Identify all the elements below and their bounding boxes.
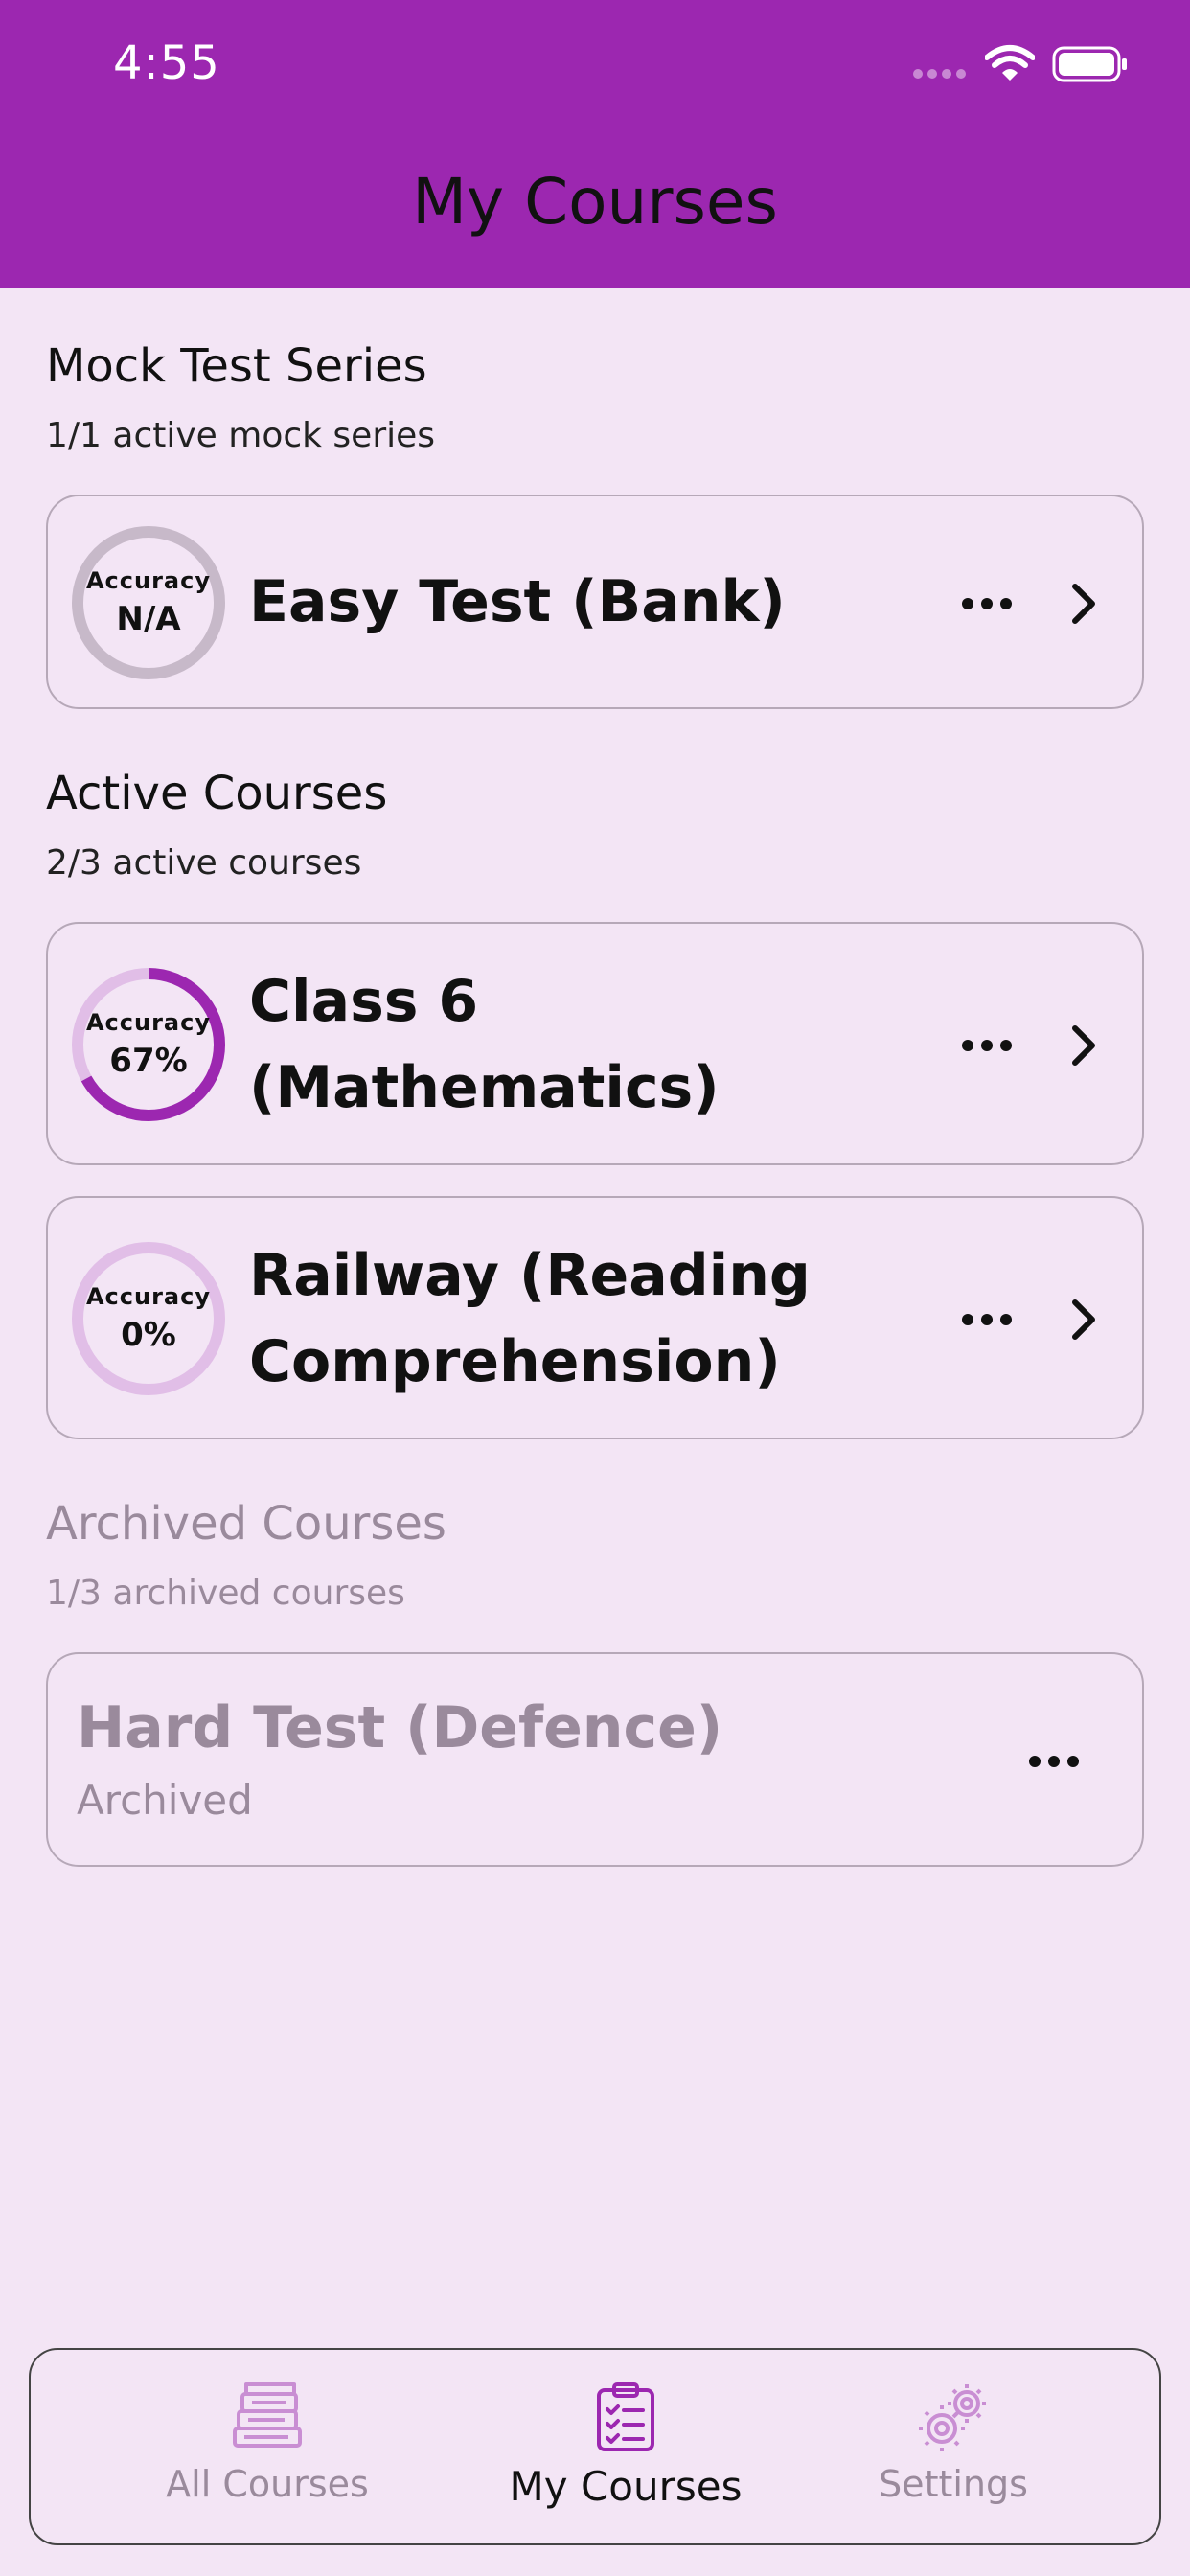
nav-item-settings[interactable]: Settings — [795, 2350, 1111, 2547]
more-options-icon[interactable] — [962, 1314, 1012, 1325]
archived-status: Archived — [77, 1777, 253, 1824]
nav-label: Settings — [879, 2463, 1028, 2505]
chevron-right-icon[interactable] — [1069, 1299, 1098, 1341]
nav-item-my-courses[interactable]: My Courses — [468, 2350, 784, 2547]
course-card[interactable]: Accuracy 0% Railway (Reading Comprehensi… — [46, 1196, 1144, 1439]
course-card[interactable]: Accuracy N/A Easy Test (Bank) — [46, 494, 1144, 709]
nav-label: My Courses — [509, 2463, 743, 2510]
more-options-icon[interactable] — [1029, 1756, 1079, 1767]
section-title: Mock Test Series — [46, 339, 427, 393]
nav-item-all-courses[interactable]: All Courses — [109, 2350, 425, 2547]
section-subtitle: 1/1 active mock series — [46, 416, 436, 455]
clipboard-list-icon — [597, 2382, 654, 2451]
section-subtitle: 1/3 archived courses — [46, 1574, 405, 1613]
course-card[interactable]: Accuracy 67% Class 6 (Mathematics) — [46, 922, 1144, 1165]
chevron-right-icon[interactable] — [1069, 1024, 1098, 1067]
books-icon — [233, 2382, 302, 2448]
accuracy-label: Accuracy 67% — [85, 1009, 211, 1080]
chevron-right-icon[interactable] — [1069, 583, 1098, 625]
status-time: 4:55 — [113, 36, 220, 90]
more-options-icon[interactable] — [962, 598, 1012, 610]
more-options-icon[interactable] — [962, 1040, 1012, 1051]
battery-icon — [1052, 46, 1127, 82]
course-title: Railway (Reading Comprehension) — [249, 1242, 811, 1395]
section-title: Active Courses — [46, 767, 388, 820]
accuracy-label: Accuracy 0% — [85, 1283, 211, 1354]
course-title: Hard Test (Defence) — [77, 1694, 723, 1761]
nav-label: All Courses — [166, 2463, 369, 2505]
course-title: Easy Test (Bank) — [249, 568, 786, 635]
gears-icon — [919, 2384, 986, 2451]
section-title: Archived Courses — [46, 1497, 446, 1551]
bottom-navigation: All Courses My Courses Settings — [29, 2348, 1161, 2545]
accuracy-label: Accuracy N/A — [85, 567, 211, 638]
wifi-icon — [985, 45, 1035, 80]
course-title: Class 6 (Mathematics) — [249, 968, 720, 1121]
app-header: 4:55 My Courses — [0, 0, 1190, 288]
archived-course-card[interactable]: Hard Test (Defence) Archived — [46, 1652, 1144, 1867]
section-subtitle: 2/3 active courses — [46, 843, 362, 883]
page-title: My Courses — [412, 165, 778, 239]
signal-icon — [913, 69, 966, 79]
